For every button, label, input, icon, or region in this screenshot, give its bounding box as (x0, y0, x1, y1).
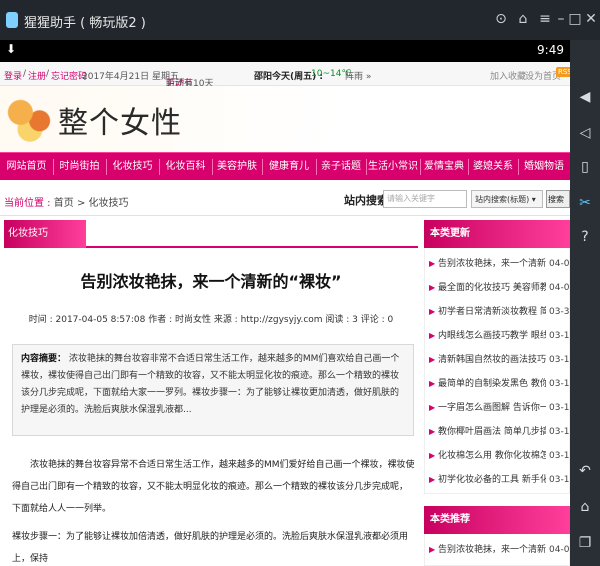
gamepad-icon[interactable]: ⊙ (492, 10, 510, 28)
arrow-right-icon: ▶ (429, 475, 436, 484)
recent-icon[interactable]: ❐ (576, 534, 594, 552)
arrow-right-icon: ▶ (429, 283, 436, 292)
nav-item-street-style[interactable]: 时尚街拍 (53, 153, 106, 181)
top-info-bar: 登录 / 注册 / 忘记密码 2017年4月21日 星期五 距『 劳动节 』还有10… (0, 62, 570, 89)
right-sidebar: 本类更新 ▶告别浓妆艳抹，来一个清新04-05 ▶最全面的化妆技巧 美容师教04… (424, 220, 570, 566)
breadcrumb-bar: 当前位置 : 首页 > 化妆技巧 站内搜索 请输入关键字 站内搜索(标题) ▾ … (0, 182, 570, 216)
arrow-right-icon: ▶ (429, 331, 436, 340)
search-input[interactable]: 请输入关键字 (383, 190, 467, 208)
breadcrumb-home-link[interactable]: 首页 (54, 198, 74, 209)
flower-logo-icon (6, 90, 54, 146)
back-icon[interactable]: ↶ (576, 462, 594, 480)
arrow-right-icon: ▶ (429, 307, 436, 316)
register-link[interactable]: 注册 (28, 69, 46, 82)
status-time: 9:49 (537, 43, 564, 57)
search-scope-select[interactable]: 站内搜索(标题) ▾ (471, 190, 543, 208)
arrow-right-icon: ▶ (429, 403, 436, 412)
article-paragraph: 裸妆步骤一：为了能够让裸妆加倍清透，做好肌肤的护理是必须的。洗脸后爽肤水保湿乳液… (12, 532, 409, 564)
article-column: 化妆技巧 告别浓妆艳抹，来一个清新的“裸妆” 时间 : 2017-04-05 8… (4, 220, 418, 566)
recent-updates-heading: 本类更新 (424, 220, 570, 248)
volume-up-icon[interactable]: ◀ (576, 88, 594, 106)
list-item[interactable]: ▶最全面的化妆技巧 美容师教04-02 (425, 276, 570, 300)
bookmark-link[interactable]: 加入收藏 (490, 69, 526, 82)
summary-label: 内容摘要： (21, 354, 67, 364)
breadcrumb-current-link[interactable]: 化妆技巧 (89, 198, 129, 209)
site-banner: 整个女性 (0, 86, 570, 152)
chevron-down-icon: ▾ (531, 195, 536, 204)
recommended-heading: 本类推荐 (424, 506, 570, 534)
list-item[interactable]: ▶最简单的自制染发黑色 教你03-18 (425, 372, 570, 396)
article-meta: 时间 : 2017-04-05 8:57:08 作者 : 时尚女性 来源 : h… (28, 315, 394, 325)
list-item[interactable]: ▶初学化妆必备的工具 新手化03-16 (425, 468, 570, 492)
help-icon[interactable]: ? (576, 228, 594, 246)
app-logo-icon (6, 12, 18, 28)
search-button[interactable]: 搜索 (546, 190, 570, 208)
arrow-right-icon: ▶ (429, 427, 436, 436)
current-date: 2017年4月21日 星期五 (82, 72, 179, 82)
list-item[interactable]: ▶告别浓妆艳抹，来一个清新04-05 (425, 252, 570, 276)
category-tab[interactable]: 化妆技巧 (4, 220, 86, 248)
arrow-right-icon: ▶ (429, 545, 436, 554)
list-item[interactable]: ▶初学者日常清新淡妆教程 简03-31 (425, 300, 570, 324)
emulator-title-bar: 猩猩助手 ( 畅玩版2 ) ⊙ ⌂ ≡ – □ ✕ (0, 0, 600, 40)
list-item[interactable]: ▶告别浓妆艳抹，来一个清新04-05 (425, 538, 570, 562)
weather-city: 邵阳 (254, 72, 273, 82)
nav-item-love[interactable]: 爱情宝典 (420, 153, 468, 181)
nav-item-marriage[interactable]: 婚姻物语 (518, 153, 570, 181)
recent-updates-list: ▶告别浓妆艳抹，来一个清新04-05 ▶最全面的化妆技巧 美容师教04-02 ▶… (424, 248, 570, 494)
home-icon[interactable]: ⌂ (576, 498, 594, 516)
category-tab-bar: 化妆技巧 (4, 220, 418, 248)
nav-item-makeup-tips[interactable]: 化妆技巧 (106, 153, 159, 181)
nav-item-skincare[interactable]: 美容护肤 (212, 153, 262, 181)
android-status-bar: ⬇ 9:49 (0, 40, 570, 62)
arrow-right-icon: ▶ (429, 379, 436, 388)
nav-item-life-tips[interactable]: 生活小常识 (366, 153, 420, 181)
recommended-list: ▶告别浓妆艳抹，来一个清新04-05 (424, 534, 570, 566)
list-item[interactable]: ▶化妆棉怎么用 教你化妆棉怎03-17 (425, 444, 570, 468)
nav-item-in-laws[interactable]: 婆媳关系 (468, 153, 518, 181)
web-page: 登录 / 注册 / 忘记密码 2017年4月21日 星期五 距『 劳动节 』还有10… (0, 62, 570, 566)
login-link[interactable]: 登录 (4, 69, 22, 82)
screenshot-icon[interactable]: ✂ (576, 194, 594, 212)
emulator-side-toolbar: ◀ ◁ ▯ ✂ ? ↶ ⌂ ❐ (570, 40, 600, 566)
shake-icon[interactable]: ▯ (576, 158, 594, 176)
nav-item-makeup-wiki[interactable]: 化妆百科 (159, 153, 212, 181)
nav-item-parenting[interactable]: 健康育儿 (262, 153, 316, 181)
rss-icon[interactable]: RSS (556, 67, 570, 77)
site-search-label: 站内搜索 (344, 194, 388, 207)
nav-item-home[interactable]: 网站首页 (0, 153, 53, 181)
download-icon: ⬇ (6, 42, 17, 56)
breadcrumb: 当前位置 : 首页 > 化妆技巧 (4, 198, 129, 209)
list-item[interactable]: ▶内眼线怎么画技巧教学 眼线03-19 (425, 324, 570, 348)
arrow-right-icon: ▶ (429, 259, 436, 268)
summary-text: 浓妆艳抹的舞台妆容非常不合适日常生活工作，越来越多的MM们喜欢给自己画一个裸妆，… (21, 354, 400, 415)
list-item[interactable]: ▶一字眉怎么画图解 告诉你一03-18 (425, 396, 570, 420)
site-brand[interactable]: 整个女性 (58, 98, 182, 142)
main-nav: 网站首页 时尚街拍 化妆技巧 化妆百科 美容护肤 健康育儿 亲子话题 生活小常识… (0, 152, 570, 180)
close-icon[interactable]: ✕ (582, 10, 600, 28)
list-item[interactable]: ▶清新韩国自然妆的画法技巧03-19 (425, 348, 570, 372)
arrow-right-icon: ▶ (429, 355, 436, 364)
weather-more-link[interactable]: 阵雨 » (345, 69, 371, 82)
volume-down-icon[interactable]: ◁ (576, 124, 594, 142)
article-body: 浓妆艳抹的舞台妆容异常不合适日常生活工作，越来越多的MM们爱好给自己画一个裸妆，… (12, 454, 416, 566)
window-title: 猩猩助手 ( 畅玩版2 ) (24, 16, 146, 31)
article-paragraph: 浓妆艳抹的舞台妆容异常不合适日常生活工作，越来越多的MM们爱好给自己画一个裸妆，… (12, 460, 415, 514)
list-item[interactable]: ▶教你椰叶眉画法 简单几步搞03-17 (425, 420, 570, 444)
arrow-right-icon: ▶ (429, 451, 436, 460)
nav-item-family[interactable]: 亲子话题 (316, 153, 366, 181)
article-title: 告别浓妆艳抹，来一个清新的“裸妆” (80, 272, 342, 291)
article-summary: 内容摘要： 浓妆艳抹的舞台妆容非常不合适日常生活工作，越来越多的MM们喜欢给自己… (12, 344, 414, 436)
pin-icon[interactable]: ⌂ (514, 10, 532, 28)
